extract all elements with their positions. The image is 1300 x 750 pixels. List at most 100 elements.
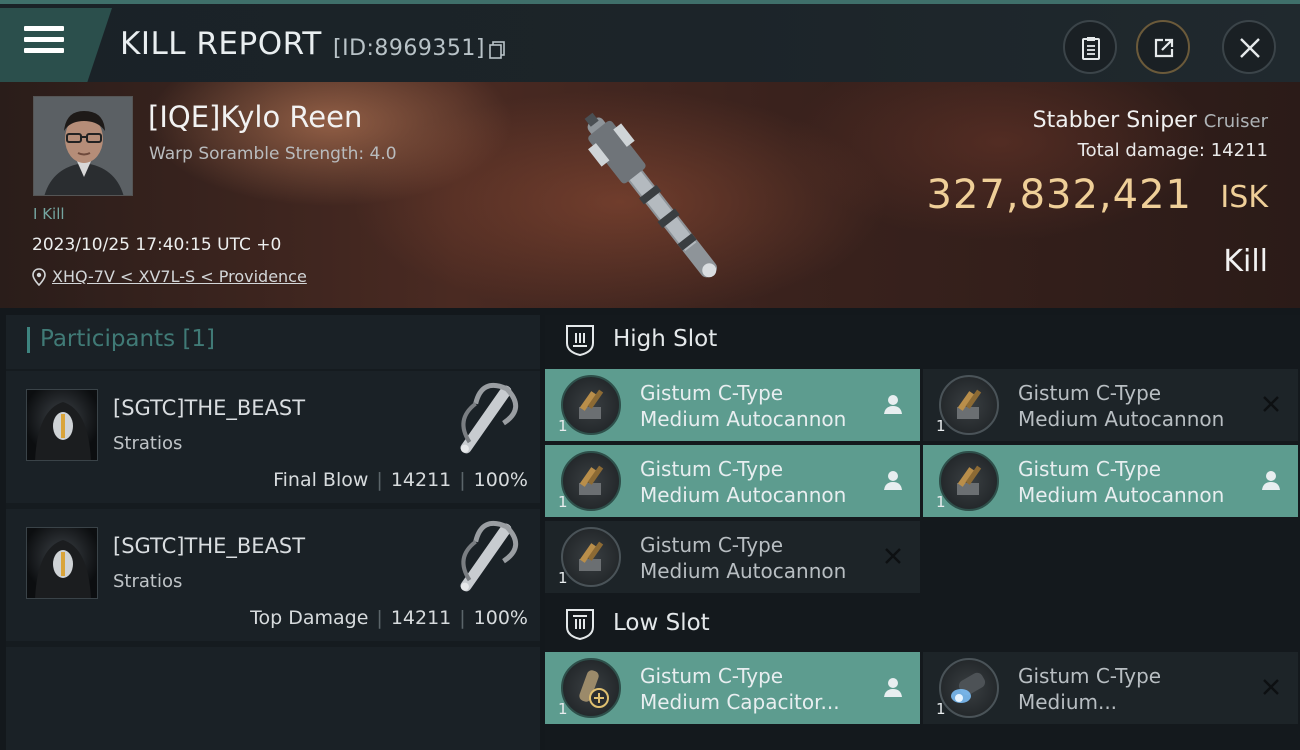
participant-percent: 100% <box>473 607 528 629</box>
victim-banner: [IQE]Kylo Reen Warp Soramble Strength: 4… <box>0 82 1300 308</box>
participants-header: Participants [1] <box>6 315 540 369</box>
hooded-portrait-image <box>35 402 91 460</box>
outcome-label: Kill <box>1223 244 1268 279</box>
victim-ship-image <box>584 112 718 278</box>
victim-name[interactable]: [IQE]Kylo Reen <box>148 100 362 134</box>
participant-damage: 14211 <box>390 607 452 629</box>
pilot-icon <box>884 395 902 414</box>
location-link[interactable]: XHQ-7V < XV7L-S < Providence <box>32 267 307 286</box>
copy-icon[interactable] <box>489 41 505 59</box>
pilot-icon <box>884 471 902 490</box>
module-quantity: 1 <box>558 417 568 435</box>
low-slot-header: Low Slot <box>545 599 1300 649</box>
module-slot[interactable]: 1 Gistum C-Type Medium Autocannon <box>545 521 920 593</box>
module-type: Medium Autocannon <box>640 559 847 583</box>
module-type: Medium Autocannon <box>1018 483 1225 507</box>
participants-title: Participants [1] <box>40 326 215 352</box>
low-slot-icon <box>566 609 594 641</box>
hooded-portrait-image <box>35 540 91 598</box>
participant-row[interactable]: [SGTC]THE_BEAST Stratios Final Blow | 1421… <box>6 371 540 503</box>
participant-percent: 100% <box>473 469 528 491</box>
participant-stats: Final Blow | 14211 | 100% <box>273 469 528 491</box>
module-slot[interactable]: 1 Gistum C-Type Medium Autocannon <box>545 369 920 441</box>
participant-ship-image <box>460 383 519 454</box>
ship-class: Cruiser <box>1203 111 1268 132</box>
hamburger-menu-icon[interactable] <box>24 26 64 58</box>
module-slot[interactable]: 1 Gistum C-Type Medium... <box>923 652 1298 724</box>
participants-panel: Participants [1] [SGTC]THE_BEAST Stratio… <box>6 315 540 750</box>
capacitor-module-icon <box>561 658 621 718</box>
victim-avatar[interactable] <box>33 96 133 196</box>
destroyed-x-icon <box>1263 679 1279 695</box>
high-slot-title: High Slot <box>613 326 718 352</box>
module-type: Medium Capacitor... <box>640 690 840 714</box>
high-slot-icon <box>566 325 594 357</box>
close-button[interactable] <box>1222 20 1276 74</box>
clipboard-icon <box>1082 37 1100 60</box>
module-type: Medium Autocannon <box>640 483 847 507</box>
location-text: XHQ-7V < XV7L-S < Providence <box>52 267 307 286</box>
page-title: KILL REPORT <box>120 26 322 62</box>
participant-avatar[interactable] <box>26 389 98 461</box>
participant-avatar[interactable] <box>26 527 98 599</box>
module-name: Gistum C-Type <box>1018 664 1162 688</box>
module-slot[interactable]: 1 Gistum C-Type Medium Autocannon <box>545 445 920 517</box>
ship-type-line: Stabber Sniper Cruiser <box>1033 108 1268 133</box>
total-damage-label: Total damage: <box>1077 140 1205 161</box>
autocannon-icon <box>939 451 999 511</box>
module-quantity: 1 <box>936 493 946 511</box>
module-name: Gistum C-Type <box>640 457 784 481</box>
high-slot-header: High Slot <box>545 315 1300 365</box>
share-button[interactable] <box>1136 20 1190 74</box>
ship-name[interactable]: Stabber Sniper <box>1033 108 1197 133</box>
module-name: Gistum C-Type <box>640 381 784 405</box>
module-type: Medium Autocannon <box>640 407 847 431</box>
share-icon <box>1154 38 1174 58</box>
participants-accent-bar <box>27 327 30 353</box>
module-type: Medium... <box>1018 690 1118 714</box>
module-type: Medium Autocannon <box>1018 407 1225 431</box>
module-slot[interactable]: 1 Gistum C-Type Medium Autocannon <box>923 445 1298 517</box>
module-name: Gistum C-Type <box>640 533 784 557</box>
autocannon-icon <box>561 375 621 435</box>
report-id: [ID:8969351] <box>333 36 485 61</box>
clipboard-button[interactable] <box>1063 20 1117 74</box>
autocannon-icon <box>561 451 621 511</box>
total-damage: Total damage: 14211 <box>1078 140 1268 161</box>
kill-timestamp: 2023/10/25 17:40:15 UTC +0 <box>32 235 282 255</box>
module-quantity: 1 <box>558 493 568 511</box>
autocannon-icon <box>939 375 999 435</box>
energy-module-icon <box>939 658 999 718</box>
fitting-panel: High Slot 1 Gistum C-Type Medium Autocan… <box>545 315 1300 750</box>
participant-damage: 14211 <box>390 469 452 491</box>
destroyed-x-icon <box>885 548 901 564</box>
participant-ship: Stratios <box>113 433 183 454</box>
participant-name[interactable]: [SGTC]THE_BEAST <box>113 396 305 420</box>
module-name: Gistum C-Type <box>1018 381 1162 405</box>
destroyed-x-icon <box>1263 396 1279 412</box>
module-name: Gistum C-Type <box>640 664 784 688</box>
participant-ship-image <box>460 521 519 592</box>
autocannon-icon <box>561 527 621 587</box>
participant-role: Top Damage <box>250 607 369 629</box>
module-quantity: 1 <box>936 417 946 435</box>
module-quantity: 1 <box>558 700 568 718</box>
close-icon <box>1240 38 1260 58</box>
low-slot-title: Low Slot <box>613 610 710 636</box>
isk-unit: ISK <box>1220 180 1268 215</box>
participants-count: [1] <box>182 326 216 352</box>
participant-ship: Stratios <box>113 571 183 592</box>
victim-subtitle: Warp Soramble Strength: 4.0 <box>149 144 397 164</box>
total-damage-value: 14211 <box>1210 140 1268 161</box>
module-quantity: 1 <box>936 700 946 718</box>
module-name: Gistum C-Type <box>1018 457 1162 481</box>
module-quantity: 1 <box>558 569 568 587</box>
participants-empty-area <box>6 647 540 750</box>
pilot-icon <box>1262 471 1280 490</box>
module-slot[interactable]: 1 Gistum C-Type Medium Capacitor... <box>545 652 920 724</box>
participant-stats: Top Damage | 14211 | 100% <box>250 607 528 629</box>
participant-name[interactable]: [SGTC]THE_BEAST <box>113 534 305 558</box>
module-slot[interactable]: 1 Gistum C-Type Medium Autocannon <box>923 369 1298 441</box>
participants-label: Participants <box>40 326 176 352</box>
participant-row[interactable]: [SGTC]THE_BEAST Stratios Top Damage | 1421… <box>6 509 540 641</box>
